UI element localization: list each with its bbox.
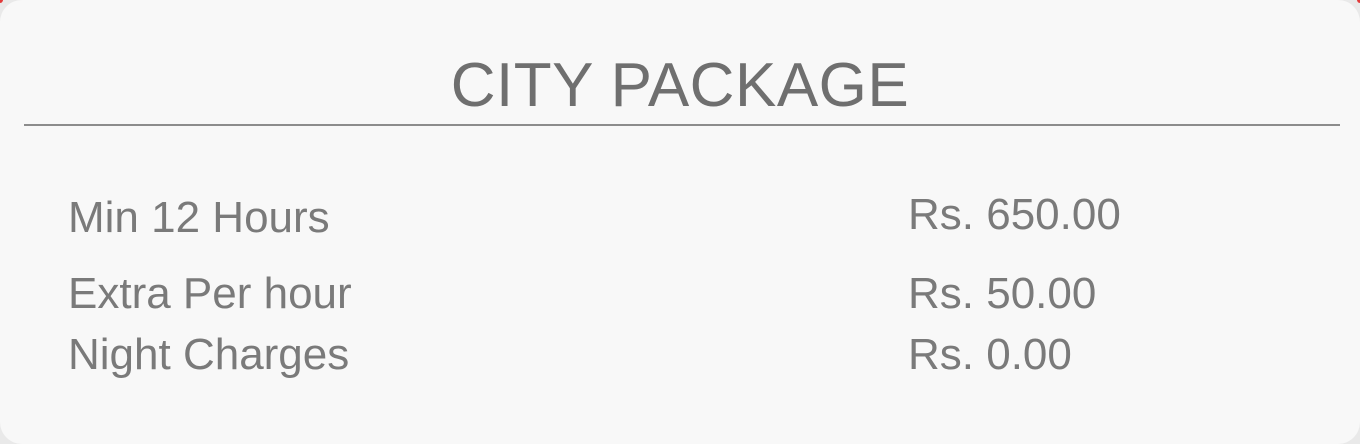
extra-per-hour-label: Extra Per hour xyxy=(68,269,352,318)
package-title: CITY PACKAGE xyxy=(450,51,910,120)
night-charges-label: Night Charges xyxy=(68,330,350,379)
extra-per-hour-price: Rs. 50.00 xyxy=(908,269,1097,318)
night-charges-price: Rs. 0.00 xyxy=(908,330,1072,379)
min-hours-label: Min 12 Hours xyxy=(68,193,330,242)
corner-accent-dot xyxy=(0,0,3,3)
min-hours-price: Rs. 650.00 xyxy=(908,190,1121,239)
city-package-card: CITY PACKAGE Min 12 Hours Rs. 650.00 Ext… xyxy=(0,0,1360,444)
title-divider xyxy=(24,124,1340,126)
